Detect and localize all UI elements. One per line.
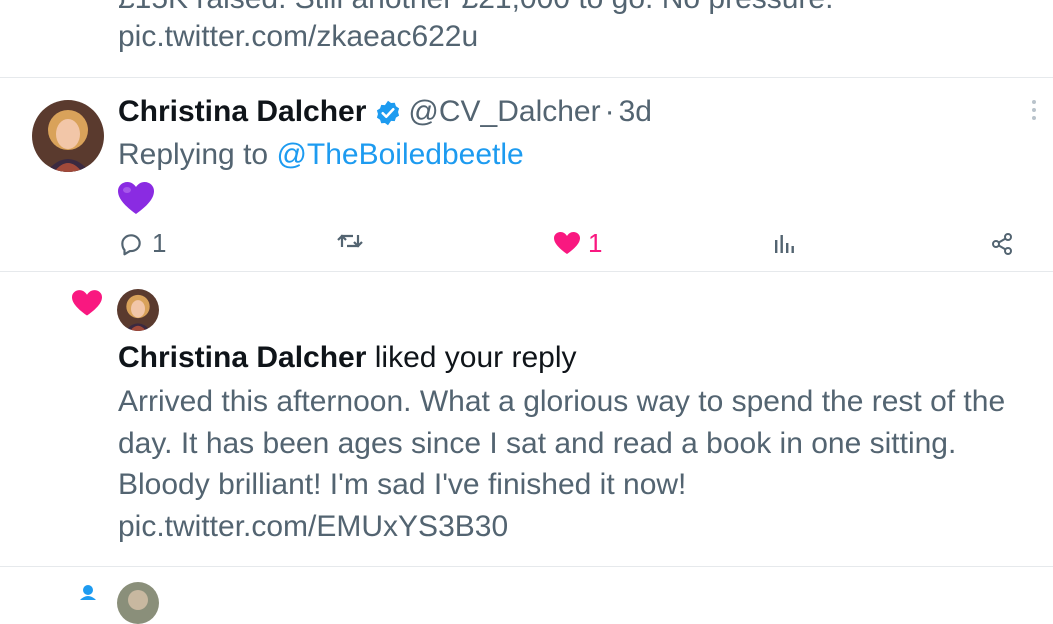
replying-to-mention[interactable]: @TheBoiledbeetle	[276, 138, 523, 171]
reply-icon	[118, 231, 144, 257]
reply-button[interactable]: 1	[118, 228, 166, 259]
separator-dot: ·	[604, 95, 615, 128]
prev-tweet-text: £15K raised. Still another £21,000 to go…	[118, 0, 833, 18]
views-button[interactable]	[774, 232, 804, 254]
divider	[0, 77, 1053, 78]
notification-action-text: liked your reply	[366, 341, 577, 374]
reply-count: 1	[152, 228, 167, 258]
tweet-header: Christina Dalcher @CV_Dalcher · 3d	[118, 92, 652, 132]
notification-actor-avatar[interactable]	[117, 289, 159, 331]
analytics-icon	[774, 232, 796, 254]
author-avatar[interactable]	[32, 100, 104, 172]
replying-to-label: Replying to	[118, 138, 277, 171]
divider	[0, 271, 1053, 272]
author-name[interactable]: Christina Dalcher	[118, 92, 366, 132]
share-button[interactable]	[990, 232, 1014, 256]
more-options-icon[interactable]	[1030, 98, 1038, 127]
heart-filled-icon	[554, 231, 580, 256]
tweet-actions-bar: 1 1	[0, 228, 1053, 264]
tweet-timestamp[interactable]: 3d	[619, 92, 652, 132]
reply-text: Arrived this afternoon. What a glorious …	[118, 385, 1006, 501]
share-icon	[990, 232, 1014, 256]
purple-heart-icon	[118, 182, 154, 221]
author-handle[interactable]: @CV_Dalcher	[408, 92, 600, 132]
follow-notification-person-icon	[78, 584, 98, 605]
replying-to-line: Replying to @TheBoiledbeetle	[118, 135, 524, 175]
reply-link[interactable]: pic.twitter.com/EMUxYS3B30	[118, 510, 508, 543]
prev-tweet-link[interactable]: pic.twitter.com/zkaeac622u	[118, 18, 478, 56]
like-notification-heart-icon	[72, 290, 102, 323]
next-notification-avatar[interactable]	[117, 582, 159, 624]
verified-badge-icon	[374, 98, 402, 126]
like-count: 1	[588, 228, 603, 258]
retweet-button[interactable]	[336, 228, 372, 254]
notification-title: Christina Dalcher liked your reply	[118, 338, 577, 378]
retweet-icon	[336, 228, 364, 254]
like-button[interactable]: 1	[554, 228, 602, 259]
notification-actor-name[interactable]: Christina Dalcher	[118, 341, 366, 374]
notification-reply-body[interactable]: Arrived this afternoon. What a glorious …	[118, 381, 1018, 547]
divider	[0, 566, 1053, 567]
